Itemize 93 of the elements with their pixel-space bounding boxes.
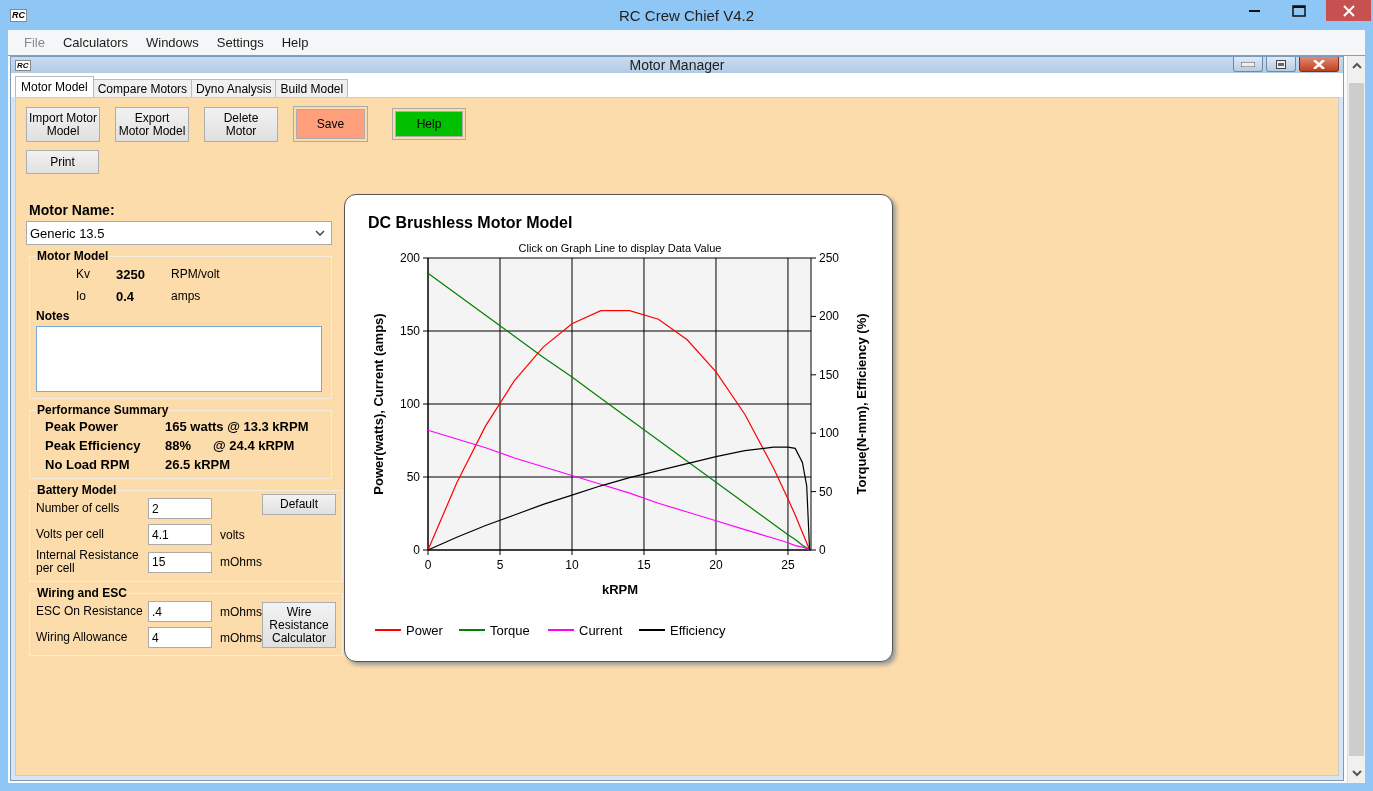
field-label: Motor Name: bbox=[29, 202, 116, 218]
close-icon bbox=[1342, 4, 1355, 17]
toolbar-button[interactable]: Export Motor Model bbox=[115, 107, 189, 142]
tick-label: 100 bbox=[819, 426, 840, 441]
minimize-icon bbox=[1241, 61, 1255, 67]
legend-label: Current bbox=[579, 623, 623, 638]
tick-label: 50 bbox=[819, 484, 833, 499]
summary-label: Peak Efficiency bbox=[45, 438, 142, 453]
summary-label: No Load RPM bbox=[45, 457, 131, 472]
tick-label: 50 bbox=[406, 470, 420, 484]
summary-label: Peak Power bbox=[45, 419, 119, 434]
tick-label: 200 bbox=[399, 251, 420, 265]
toolbar-button[interactable]: Import Motor Model bbox=[26, 107, 100, 142]
chart-hint: Click on Graph Line to display Data Value bbox=[518, 242, 722, 254]
group-title: Performance Summary bbox=[36, 403, 170, 417]
field-label: ESC On Resistance bbox=[36, 605, 144, 618]
tick-label: 0 bbox=[424, 558, 432, 572]
tick-label: 20 bbox=[709, 558, 723, 572]
tick-label: 200 bbox=[819, 309, 840, 324]
field-label: Wiring Allowance bbox=[36, 631, 129, 644]
close-button[interactable] bbox=[1299, 57, 1339, 72]
notes-label: Notes bbox=[36, 309, 71, 323]
default-button[interactable]: Default bbox=[262, 494, 336, 515]
chart-title: DC Brushless Motor Model bbox=[368, 214, 574, 232]
print-button[interactable]: Print bbox=[26, 150, 99, 174]
scrollbar[interactable] bbox=[1347, 56, 1365, 783]
close-button[interactable] bbox=[1326, 0, 1371, 21]
param-unit: amps bbox=[171, 289, 201, 303]
field-label: Internal Resistance per cell bbox=[36, 549, 140, 575]
tab[interactable]: Compare Motors bbox=[92, 79, 193, 97]
help-button[interactable]: Help bbox=[395, 111, 463, 137]
restore-icon bbox=[1276, 59, 1286, 69]
input-field[interactable]: 4 bbox=[148, 627, 212, 648]
menu-item[interactable]: Help bbox=[272, 35, 318, 50]
axis-title: Power(watts), Current (amps) bbox=[371, 313, 386, 495]
summary-value: 26.5 kRPM bbox=[165, 457, 231, 472]
tab[interactable]: Motor Model bbox=[15, 76, 94, 97]
input-field[interactable]: 15 bbox=[148, 551, 212, 573]
summary-value: 88% bbox=[165, 438, 192, 453]
maximize-icon bbox=[1292, 4, 1306, 17]
menu-item[interactable]: Calculators bbox=[53, 35, 137, 50]
param-name: Io bbox=[76, 289, 87, 303]
input-field[interactable]: 4.1 bbox=[148, 524, 212, 545]
field-label: Number of cells bbox=[36, 502, 121, 515]
unit-label: mOhms bbox=[220, 555, 262, 569]
tick-label: 10 bbox=[565, 558, 579, 572]
motor-dropdown[interactable]: Generic 13.5 bbox=[26, 221, 332, 245]
window-logo-icon: RC bbox=[15, 59, 31, 71]
group-title: Motor Model bbox=[36, 249, 110, 263]
chevron-down-icon bbox=[315, 230, 325, 236]
legend-label: Efficiency bbox=[670, 623, 726, 638]
input-field[interactable]: 2 bbox=[148, 498, 212, 519]
chevron-up-icon bbox=[1351, 62, 1362, 69]
summary-value: 165 watts @ 13.3 kRPM bbox=[165, 419, 309, 434]
notes-field[interactable] bbox=[36, 326, 322, 392]
param-unit: RPM/volt bbox=[171, 267, 220, 281]
axis-title: kRPM bbox=[601, 582, 639, 597]
legend-label: Torque bbox=[490, 623, 530, 638]
calculator-button[interactable]: Wire Resistance Calculator bbox=[262, 602, 336, 648]
window-title: RC Crew Chief V4.2 bbox=[618, 6, 754, 24]
tick-label: 0 bbox=[413, 543, 420, 557]
save-button[interactable]: Save bbox=[296, 109, 365, 139]
tick-label: 150 bbox=[819, 367, 840, 382]
tick-label: 5 bbox=[496, 558, 504, 572]
param-name: Kv bbox=[76, 267, 91, 281]
unit-label: mOhms bbox=[220, 630, 262, 645]
tick-label: 250 bbox=[819, 251, 840, 265]
unit-label: mOhms bbox=[220, 604, 262, 619]
menu-item[interactable]: Windows bbox=[137, 35, 208, 50]
tick-label: 25 bbox=[781, 558, 795, 572]
input-field[interactable]: .4 bbox=[148, 601, 212, 622]
restore-button[interactable] bbox=[1266, 57, 1296, 72]
axis-title: Torque(N-mm), Efficiency (%) bbox=[854, 313, 869, 495]
close-icon bbox=[1313, 59, 1325, 69]
param-value: 0.4 bbox=[116, 288, 136, 304]
param-value: 3250 bbox=[116, 266, 146, 282]
chevron-down-icon bbox=[1351, 770, 1362, 777]
group-title: Wiring and ESC bbox=[36, 586, 128, 600]
app-logo-icon: RC bbox=[10, 8, 27, 22]
tick-label: 100 bbox=[399, 397, 420, 411]
legend-label: Power bbox=[406, 623, 443, 638]
menu-item[interactable]: Settings bbox=[207, 35, 273, 50]
group-title: Battery Model bbox=[36, 483, 118, 497]
unit-label: volts bbox=[220, 527, 246, 542]
tab[interactable]: Build Model bbox=[275, 79, 349, 97]
tab[interactable]: Dyno Analysis bbox=[191, 79, 277, 97]
window-title: Motor Manager bbox=[629, 57, 725, 73]
tick-label: 150 bbox=[399, 324, 420, 338]
field-label: Volts per cell bbox=[36, 528, 106, 541]
tick-label: 0 bbox=[819, 543, 826, 557]
toolbar-button[interactable]: Delete Motor bbox=[204, 107, 278, 142]
summary-value: @ 24.4 kRPM bbox=[213, 438, 295, 453]
tick-label: 15 bbox=[637, 558, 651, 572]
